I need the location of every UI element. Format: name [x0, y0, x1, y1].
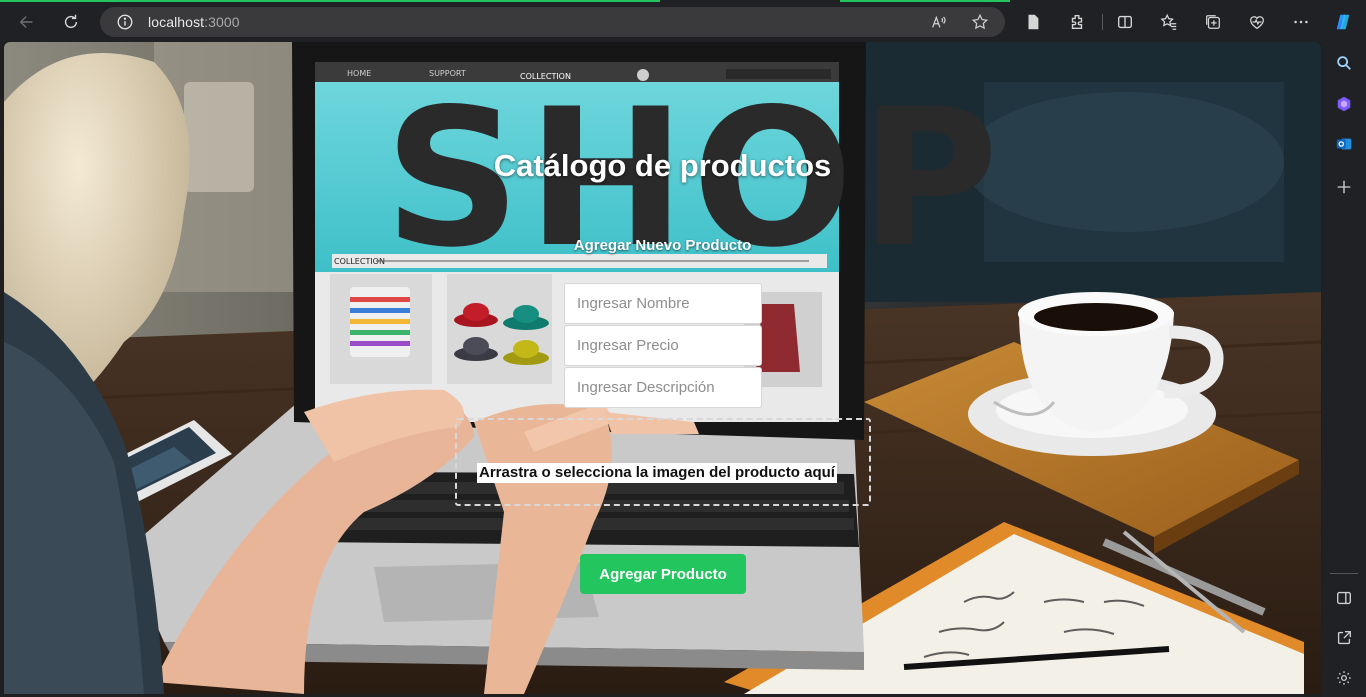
open-external-icon[interactable]: [1332, 626, 1356, 650]
loading-progress-bar: [0, 0, 660, 2]
back-icon[interactable]: [14, 9, 40, 35]
loading-progress-bar-segment: [840, 0, 1010, 2]
collections-icon[interactable]: [1200, 9, 1226, 35]
sidebar-divider: [1330, 573, 1358, 574]
info-icon[interactable]: [116, 13, 134, 31]
toolbar-separator: [1102, 14, 1103, 30]
document-icon[interactable]: [1020, 9, 1046, 35]
add-product-button[interactable]: Agregar Producto: [580, 554, 746, 594]
url-port: :3000: [204, 14, 240, 30]
more-icon[interactable]: [1288, 9, 1314, 35]
browser-essentials-icon[interactable]: [1244, 9, 1270, 35]
split-screen-icon[interactable]: [1112, 9, 1138, 35]
page-title-text: Catálogo de productos: [493, 148, 832, 183]
form-title: Agregar Nuevo Producto: [573, 237, 752, 254]
settings-icon[interactable]: [1332, 666, 1356, 690]
url-host: localhost: [148, 14, 205, 30]
copilot-sidebar-icon[interactable]: [1332, 92, 1356, 116]
outlook-icon[interactable]: [1332, 132, 1356, 156]
page-viewport: HOME SUPPORT COLLECTION SHOP COLLECTION: [4, 42, 1321, 694]
browser-toolbar: localhost:3000: [0, 0, 1366, 42]
read-aloud-icon[interactable]: [930, 13, 948, 31]
url-text[interactable]: localhost:3000: [148, 14, 240, 30]
search-icon[interactable]: [1332, 51, 1356, 75]
favorites-icon[interactable]: [1156, 9, 1182, 35]
product-name-input[interactable]: [564, 283, 762, 324]
svg-text:HOME: HOME: [347, 69, 371, 78]
copilot-icon[interactable]: [1330, 9, 1356, 35]
reload-icon[interactable]: [58, 9, 84, 35]
browser-sidebar: [1322, 42, 1366, 697]
favorite-star-icon[interactable]: [971, 13, 989, 31]
product-price-input[interactable]: [564, 325, 762, 366]
product-description-input[interactable]: [564, 367, 762, 408]
add-icon[interactable]: [1332, 175, 1356, 199]
page-title: Catálogo de productos: [4, 148, 1321, 184]
dropzone-label: Arrastra o selecciona la imagen del prod…: [477, 463, 837, 483]
sidebar-toggle-icon[interactable]: [1332, 586, 1356, 610]
extensions-icon[interactable]: [1064, 9, 1090, 35]
address-bar[interactable]: localhost:3000: [100, 7, 1005, 37]
image-dropzone[interactable]: Arrastra o selecciona la imagen del prod…: [455, 418, 871, 506]
